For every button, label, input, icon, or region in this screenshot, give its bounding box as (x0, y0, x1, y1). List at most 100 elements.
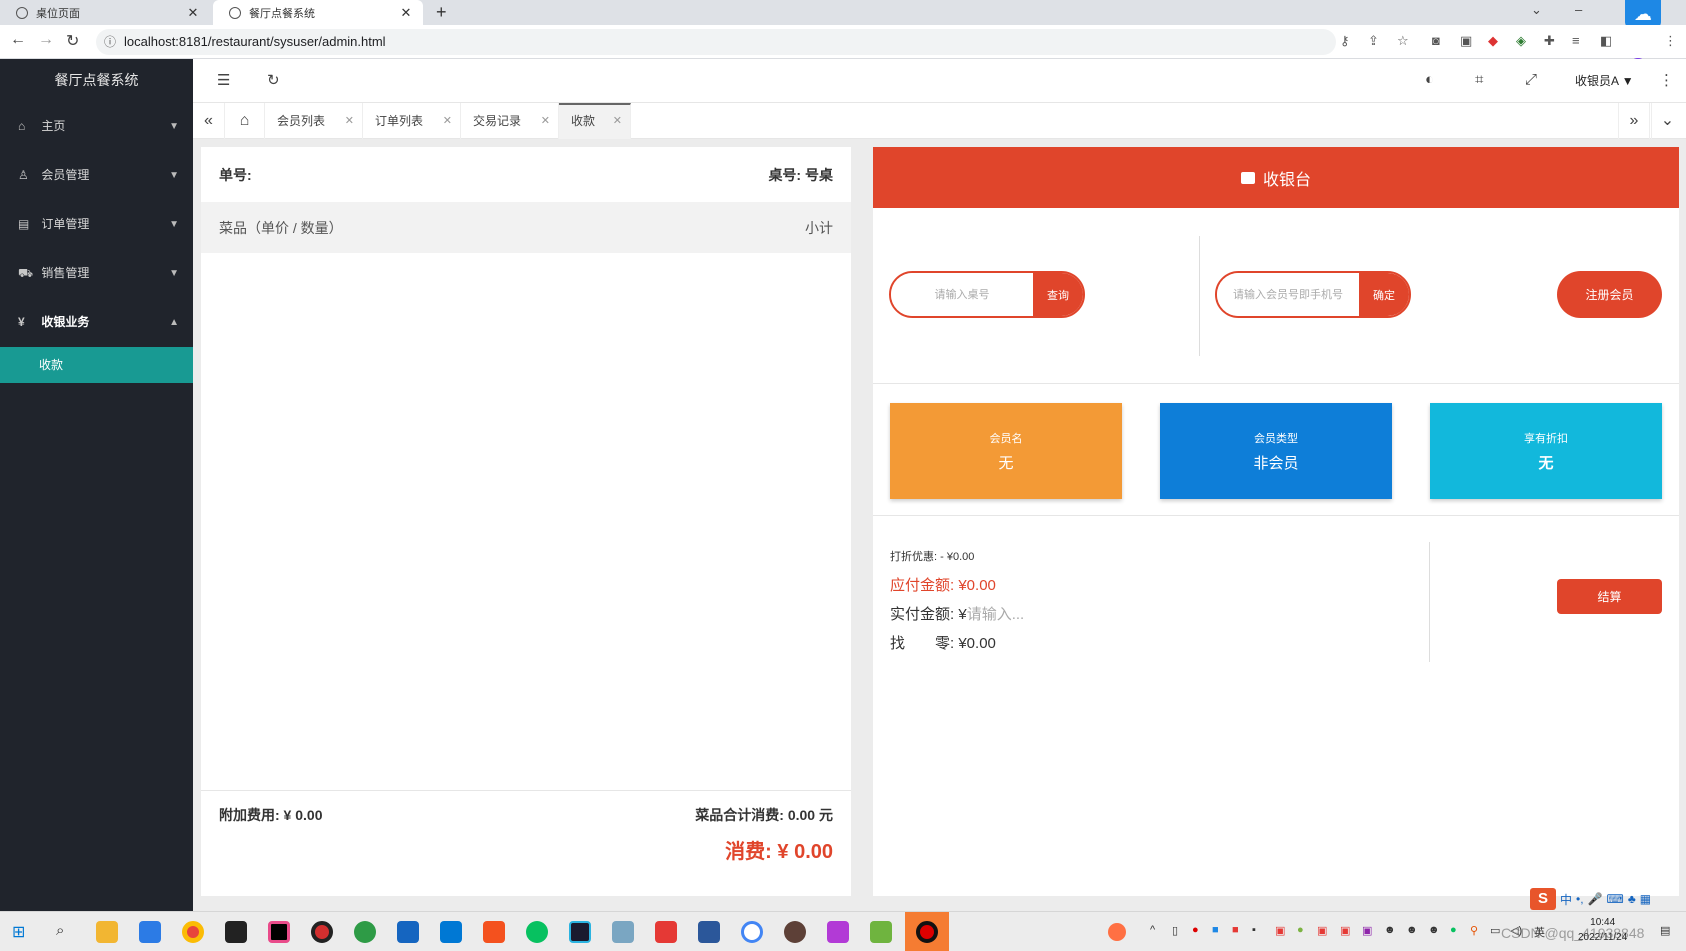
qq-icon[interactable] (225, 921, 247, 943)
tab-member-list[interactable]: 会员列表 ✕ (265, 103, 363, 139)
webstorm-icon[interactable] (569, 921, 591, 943)
tray-icon[interactable]: ■ (1232, 924, 1239, 936)
tag-icon[interactable]: ⌗ (1475, 71, 1483, 88)
browser-tab[interactable]: 桌位页面 ✕ (0, 0, 210, 25)
qq-tray-icon[interactable]: ☻ (1406, 924, 1418, 936)
image-extension-icon[interactable]: ▣ (1460, 33, 1472, 49)
url-field[interactable]: ⓘ localhost:8181/restaurant/sysuser/admi… (96, 29, 1336, 55)
ime-punct-icon[interactable]: •, (1576, 892, 1584, 906)
tray-icon[interactable]: ▣ (1362, 924, 1372, 937)
app-icon[interactable] (784, 921, 806, 943)
new-tab-icon[interactable]: + (436, 2, 447, 23)
table-search-input[interactable] (891, 273, 1033, 316)
home-tab-icon[interactable]: ⌂ (225, 103, 265, 139)
notifications-icon[interactable]: ▤ (1660, 924, 1670, 937)
sidebar-subitem-collect[interactable]: 收款 (0, 347, 193, 383)
tray-icon[interactable]: ⚲ (1470, 924, 1478, 937)
store-icon[interactable] (397, 921, 419, 943)
minimize-icon[interactable]: – (1575, 2, 1582, 17)
palette-icon[interactable]: ◐ (1425, 71, 1434, 88)
tabs-scroll-left-icon[interactable]: « (193, 103, 225, 139)
member-confirm-button[interactable]: 确定 (1359, 273, 1409, 316)
info-icon[interactable]: ⓘ (104, 29, 116, 55)
share-icon[interactable]: ⇪ (1368, 33, 1379, 49)
sidebar-item-cashier[interactable]: ¥ 收银业务 ▲ (0, 298, 193, 347)
forward-icon[interactable]: → (38, 31, 54, 49)
windows-start-icon[interactable]: ⊞ (12, 922, 25, 942)
sidepanel-icon[interactable]: ◧ (1600, 33, 1612, 49)
close-icon[interactable]: ✕ (613, 105, 622, 137)
kebab-menu-icon[interactable]: ⋮ (1659, 71, 1674, 89)
tray-app-icon[interactable] (1108, 923, 1126, 941)
tab-collect[interactable]: 收款 ✕ (559, 103, 631, 139)
star-icon[interactable]: ☆ (1397, 33, 1409, 49)
sidebar-item-home[interactable]: ⌂ 主页 ▼ (0, 102, 193, 151)
reload-icon[interactable]: ↻ (66, 31, 79, 51)
key-icon[interactable]: ⚷ (1340, 33, 1350, 49)
tray-icon[interactable]: ▪ (1252, 924, 1256, 936)
close-icon[interactable]: ✕ (541, 103, 550, 139)
tray-icon[interactable]: ▣ (1275, 924, 1285, 937)
close-icon[interactable]: ✕ (443, 103, 452, 139)
sogou-logo-icon[interactable]: S (1530, 888, 1556, 910)
puzzle-icon[interactable]: ✚ (1544, 33, 1555, 49)
chrome-icon[interactable] (182, 921, 204, 943)
keyboard-icon[interactable]: ⌨ (1607, 892, 1624, 906)
table-search-button[interactable]: 查询 (1033, 273, 1083, 316)
tab-order-list[interactable]: 订单列表 ✕ (363, 103, 461, 139)
shirt-icon[interactable]: ♣ (1628, 892, 1636, 906)
close-icon[interactable]: ✕ (186, 5, 200, 21)
record-icon[interactable] (311, 921, 333, 943)
tray-overflow-icon[interactable]: ^ (1150, 924, 1155, 936)
search-icon[interactable]: ⌕ (56, 922, 64, 939)
app-icon[interactable] (139, 921, 161, 943)
tabs-dropdown-icon[interactable]: ⌄ (1651, 103, 1683, 139)
cloud-extension-icon[interactable]: ☁ (1625, 0, 1661, 28)
playlist-icon[interactable]: ≡ (1572, 33, 1580, 48)
mail-icon[interactable] (440, 921, 462, 943)
tray-icon[interactable]: ■ (1212, 924, 1219, 936)
wechat-icon[interactable] (526, 921, 548, 943)
tray-icon[interactable]: ▣ (1340, 924, 1350, 937)
tray-icon[interactable]: ● (1192, 924, 1199, 936)
shield-icon[interactable]: ◆ (1488, 33, 1498, 49)
tray-icon[interactable]: ▯ (1172, 924, 1178, 937)
chevron-down-icon[interactable]: ⌄ (1531, 2, 1542, 18)
file-explorer-icon[interactable] (96, 921, 118, 943)
microphone-icon[interactable]: 🎤 (1588, 892, 1603, 906)
app-icon[interactable] (870, 921, 892, 943)
camera-icon[interactable]: ◙ (1432, 33, 1440, 48)
extension-icon[interactable]: ◈ (1516, 33, 1526, 49)
word-icon[interactable] (698, 921, 720, 943)
tabs-scroll-right-icon[interactable]: » (1618, 103, 1650, 139)
kebab-menu-icon[interactable]: ⋮ (1664, 33, 1677, 49)
back-icon[interactable]: ← (10, 31, 26, 49)
register-member-button[interactable]: 注册会员 (1557, 271, 1662, 318)
refresh-icon[interactable]: ↻ (267, 71, 280, 89)
grid-icon[interactable]: ▦ (1640, 892, 1651, 906)
close-icon[interactable]: ✕ (345, 103, 354, 139)
qq-tray-icon[interactable]: ☻ (1428, 924, 1440, 936)
sync-icon[interactable] (354, 921, 376, 943)
app-icon[interactable] (827, 921, 849, 943)
app-icon[interactable] (655, 921, 677, 943)
qq-tray-icon[interactable]: ☻ (1384, 924, 1396, 936)
close-icon[interactable]: ✕ (399, 5, 413, 21)
user-menu[interactable]: 收银员A ▼ (1575, 72, 1634, 89)
fullscreen-icon[interactable]: ⤢ (1525, 71, 1537, 88)
tray-icon[interactable]: ● (1297, 924, 1304, 936)
app-icon[interactable] (483, 921, 505, 943)
photos-icon[interactable] (612, 921, 634, 943)
sidebar-item-sales[interactable]: ⛟ 销售管理 ▼ (0, 249, 193, 298)
tab-transactions[interactable]: 交易记录 ✕ (461, 103, 559, 139)
member-search-input[interactable] (1217, 273, 1359, 316)
paid-amount-input[interactable]: 请输入... (967, 606, 1025, 623)
intellij-icon[interactable] (268, 921, 290, 943)
recorder-active-task[interactable] (905, 912, 949, 951)
settle-button[interactable]: 结算 (1557, 579, 1662, 614)
browser-icon[interactable] (741, 921, 763, 943)
network-icon[interactable]: ▭ (1490, 924, 1500, 937)
tray-icon[interactable]: ▣ (1317, 924, 1327, 937)
sidebar-item-members[interactable]: ♙ 会员管理 ▼ (0, 151, 193, 200)
wechat-tray-icon[interactable]: ● (1450, 924, 1457, 936)
